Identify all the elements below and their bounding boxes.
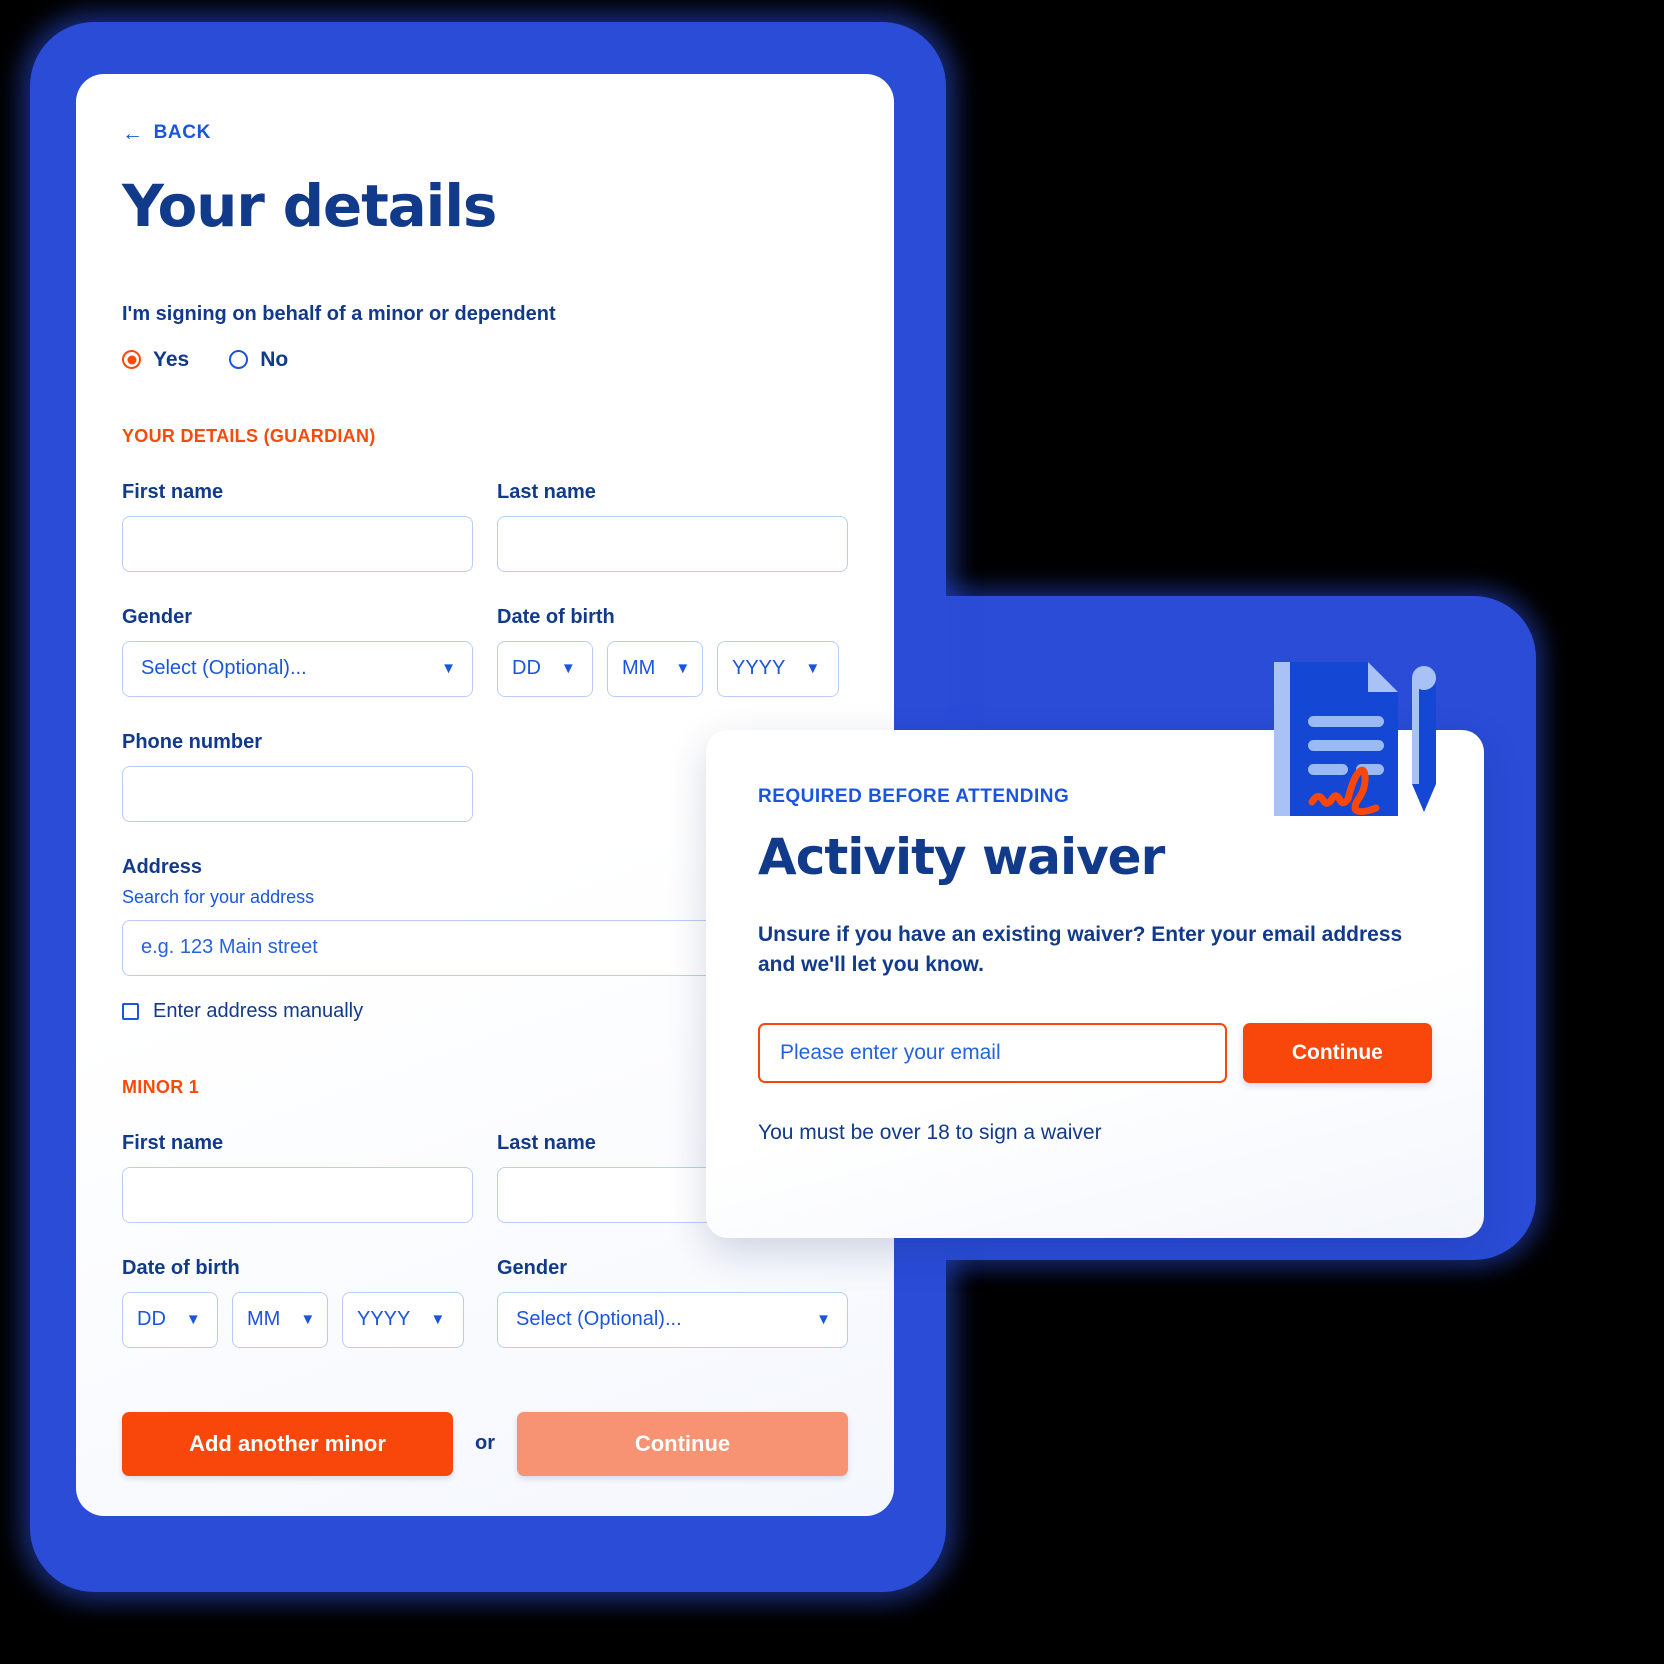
radio-icon-no: [229, 350, 249, 370]
chevron-down-icon: ▼: [816, 1311, 831, 1329]
waiver-title: Activity waiver: [758, 828, 1165, 886]
back-label: BACK: [153, 122, 211, 143]
minor-dob-day-select[interactable]: DD ▼: [122, 1291, 218, 1348]
guardian-gender-select[interactable]: Select (Optional)... ▼: [122, 640, 473, 697]
guardian-phone-input[interactable]: [122, 765, 473, 822]
chevron-down-icon: ▼: [675, 660, 691, 678]
guardian-last-name-label: Last name: [497, 480, 596, 503]
guardian-gender-dob-row: Gender Select (Optional)... ▼ Date of bi…: [122, 606, 848, 697]
minor-first-name-field: First name: [122, 1132, 473, 1223]
arrow-left-icon: ←: [122, 121, 144, 145]
guardian-dob-day-value: DD: [512, 657, 541, 680]
minor-dob-month-value: MM: [247, 1308, 281, 1331]
minor-gender-field: Gender Select (Optional)... ▼: [497, 1257, 848, 1348]
minor-dob-label: Date of birth: [122, 1256, 240, 1279]
minor-gender-value: Select (Optional)...: [516, 1308, 682, 1331]
minor-first-name-input[interactable]: [122, 1166, 473, 1223]
guardian-phone-field: Phone number: [122, 731, 473, 822]
guardian-first-name-input[interactable]: [122, 515, 473, 572]
waiver-email-input[interactable]: [758, 1022, 1227, 1083]
continue-button[interactable]: Continue: [517, 1411, 848, 1476]
guardian-dob-day-select[interactable]: DD ▼: [497, 640, 593, 697]
chevron-down-icon: ▼: [560, 660, 576, 678]
waiver-subtitle: Unsure if you have an existing waiver? E…: [758, 923, 1403, 977]
guardian-phone-label: Phone number: [122, 730, 263, 753]
or-separator-label: or: [475, 1432, 495, 1455]
radio-icon-yes: [122, 350, 141, 370]
minor-dob-field: Date of birth DD ▼ MM ▼ YYYY ▼: [122, 1257, 473, 1348]
guardian-dob-label: Date of birth: [497, 605, 615, 628]
page-title: Your details: [122, 172, 497, 240]
form-actions: Add another minor or Continue: [122, 1411, 848, 1476]
waiver-email-form: Continue: [758, 1022, 1432, 1083]
guardian-dob-month-select[interactable]: MM ▼: [607, 640, 703, 697]
guardian-dob-year-value: YYYY: [732, 657, 786, 680]
guardian-last-name-input[interactable]: [497, 515, 848, 572]
minor-dob-month-select[interactable]: MM ▼: [232, 1291, 328, 1348]
chevron-down-icon: ▼: [430, 1311, 446, 1329]
chevron-down-icon: ▼: [185, 1311, 201, 1329]
guardian-name-row: First name Last name: [122, 481, 848, 572]
radio-option-yes[interactable]: Yes: [122, 348, 189, 372]
enter-address-manually-label: Enter address manually: [153, 999, 364, 1022]
radio-label-no: No: [260, 347, 289, 371]
guardian-gender-value: Select (Optional)...: [141, 657, 307, 680]
minor-dob-gender-row: Date of birth DD ▼ MM ▼ YYYY ▼ Gender Se…: [122, 1257, 848, 1348]
checkbox-icon: [122, 1002, 139, 1020]
minor-dob-year-select[interactable]: YYYY ▼: [342, 1291, 464, 1348]
minor-dob-year-value: YYYY: [357, 1308, 411, 1331]
chevron-down-icon: ▼: [805, 660, 821, 678]
radio-option-no[interactable]: No: [229, 348, 288, 372]
guardian-section-heading: YOUR DETAILS (GUARDIAN): [122, 425, 376, 446]
guardian-dob-row: DD ▼ MM ▼ YYYY ▼: [497, 640, 848, 697]
waiver-continue-button[interactable]: Continue: [1242, 1022, 1432, 1083]
radio-label-yes: Yes: [153, 347, 190, 371]
minor-question-radio-group: Yes No: [122, 348, 848, 372]
guardian-gender-field: Gender Select (Optional)... ▼: [122, 606, 473, 697]
guardian-dob-field: Date of birth DD ▼ MM ▼ YYYY ▼: [497, 606, 848, 697]
add-another-minor-button[interactable]: Add another minor: [122, 1411, 453, 1476]
guardian-first-name-field: First name: [122, 481, 473, 572]
minor-dob-day-value: DD: [137, 1308, 166, 1331]
guardian-last-name-field: Last name: [497, 481, 848, 572]
document-signature-pen-icon: [1272, 648, 1452, 816]
minor-gender-label: Gender: [497, 1256, 568, 1279]
back-button[interactable]: ← BACK: [122, 122, 211, 144]
guardian-first-name-label: First name: [122, 480, 224, 503]
guardian-dob-month-value: MM: [622, 657, 656, 680]
guardian-dob-year-select[interactable]: YYYY ▼: [717, 640, 839, 697]
guardian-gender-label: Gender: [122, 605, 193, 628]
minor-gender-select[interactable]: Select (Optional)... ▼: [497, 1291, 848, 1348]
minor-question-label: I'm signing on behalf of a minor or depe…: [122, 302, 556, 325]
chevron-down-icon: ▼: [441, 660, 456, 678]
waiver-age-note: You must be over 18 to sign a waiver: [758, 1120, 1102, 1144]
minor-first-name-label: First name: [122, 1131, 224, 1154]
chevron-down-icon: ▼: [300, 1311, 316, 1329]
minor-dob-row: DD ▼ MM ▼ YYYY ▼: [122, 1291, 473, 1348]
